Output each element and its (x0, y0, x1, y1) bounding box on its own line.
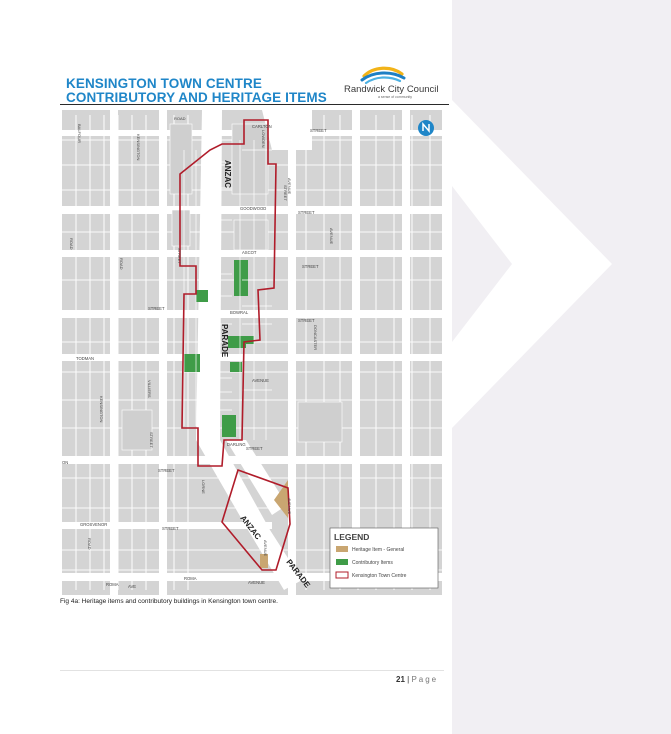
balfour-label: BALFOUR (77, 124, 82, 143)
bowral-street-label: STREET (298, 318, 315, 323)
council-name: Randwick City Council (344, 84, 439, 95)
grosvenor-street-label: STREET (162, 526, 179, 531)
vertical-street-label-a: STREET (177, 248, 182, 264)
vertical-avenue-label: AVENUE (329, 228, 334, 244)
figure-caption: Fig 4a: Heritage items and contributory … (60, 598, 278, 605)
carlton-label: CARLTON (252, 124, 272, 129)
doncaster-label: DONCASTER (313, 325, 318, 350)
west-street-label-1: STREET (148, 306, 165, 311)
roma-label: ROMA (106, 582, 119, 587)
page-title: KENSINGTON TOWN CENTRE CONTRIBUTORY AND … (66, 77, 327, 105)
footer-rule (60, 670, 444, 671)
darling-street-label: STREET (246, 446, 263, 451)
page-word: Page (411, 675, 439, 684)
map-legend: LEGEND Heritage Item - General Contribut… (329, 527, 439, 589)
road-label-left-2: ROAD (119, 258, 124, 270)
bowral-avenue-label: AVENUE (252, 378, 269, 383)
bowral-label: BOWRAL (230, 310, 249, 315)
lower-avenue-label: AVENUE (287, 498, 292, 514)
lowden-street-label: STREET (283, 185, 288, 201)
north-arrow-icon (418, 120, 434, 136)
document-page: KENSINGTON TOWN CENTRE CONTRIBUTORY AND … (0, 0, 452, 734)
council-tagline: a sense of community (378, 95, 413, 99)
legend-swatch-heritage (336, 546, 348, 552)
page-number: 21 (396, 675, 405, 684)
goodwood-street-label: STREET (298, 210, 315, 215)
roma-ave-label: AVE (128, 584, 136, 589)
lorne-label: LORNE (201, 480, 206, 494)
roma-avenue-label: AVENUE (248, 580, 265, 585)
kensington-vertical-label: KENSINGTON (136, 134, 141, 160)
lowden-label: LOWDEN (261, 130, 266, 148)
legend-label-outline: Kensington Town Centre (352, 573, 407, 579)
in-label-left: ON (62, 460, 68, 465)
page-footer: 21 | Page (396, 675, 438, 684)
legend-title: LEGEND (334, 532, 369, 542)
title-line-2: CONTRIBUTORY AND HERITAGE ITEMS (66, 90, 327, 105)
goodwood-label: GOODWOOD (240, 206, 266, 211)
legend-label-contributory: Contributory Items (352, 560, 393, 566)
top-road-label: ROAD (174, 116, 186, 121)
title-line-1: KENSINGTON TOWN CENTRE (66, 76, 262, 91)
road-label-left-3: ROAD (87, 538, 92, 550)
villiers-label: VILLIERS (147, 380, 152, 398)
anzac-label-top: ANZAC (223, 160, 232, 188)
kensington-vertical-label-2: KENSINGTON (99, 396, 104, 422)
todman-label: TODMAN (76, 356, 94, 361)
next-page-chevron-icon (452, 100, 612, 428)
ascot-label: ASCOT (242, 250, 257, 255)
road-label-left: ROAD (69, 238, 74, 250)
town-centre-map: N ANZAC PARADE ANZAC PARADE CARLTON STRE… (62, 110, 442, 595)
vertical-street-label-b: STREET (149, 432, 154, 448)
roma-label-2: ROMA (184, 576, 197, 581)
header-rule (60, 104, 449, 105)
viewer-side-panel (452, 0, 671, 734)
west-street-label-2: STREET (158, 468, 175, 473)
legend-label-heritage: Heritage Item - General (352, 547, 404, 553)
parade-label-mid: PARADE (220, 324, 229, 358)
lower-avenue-label-2: AVENUE (263, 540, 268, 556)
darling-label: DARLING (227, 442, 246, 447)
ascot-street-label: STREET (302, 264, 319, 269)
grosvenor-label: GROSVENOR (80, 522, 107, 527)
carlton-street-label: STREET (310, 128, 327, 133)
legend-swatch-contributory (336, 559, 348, 565)
